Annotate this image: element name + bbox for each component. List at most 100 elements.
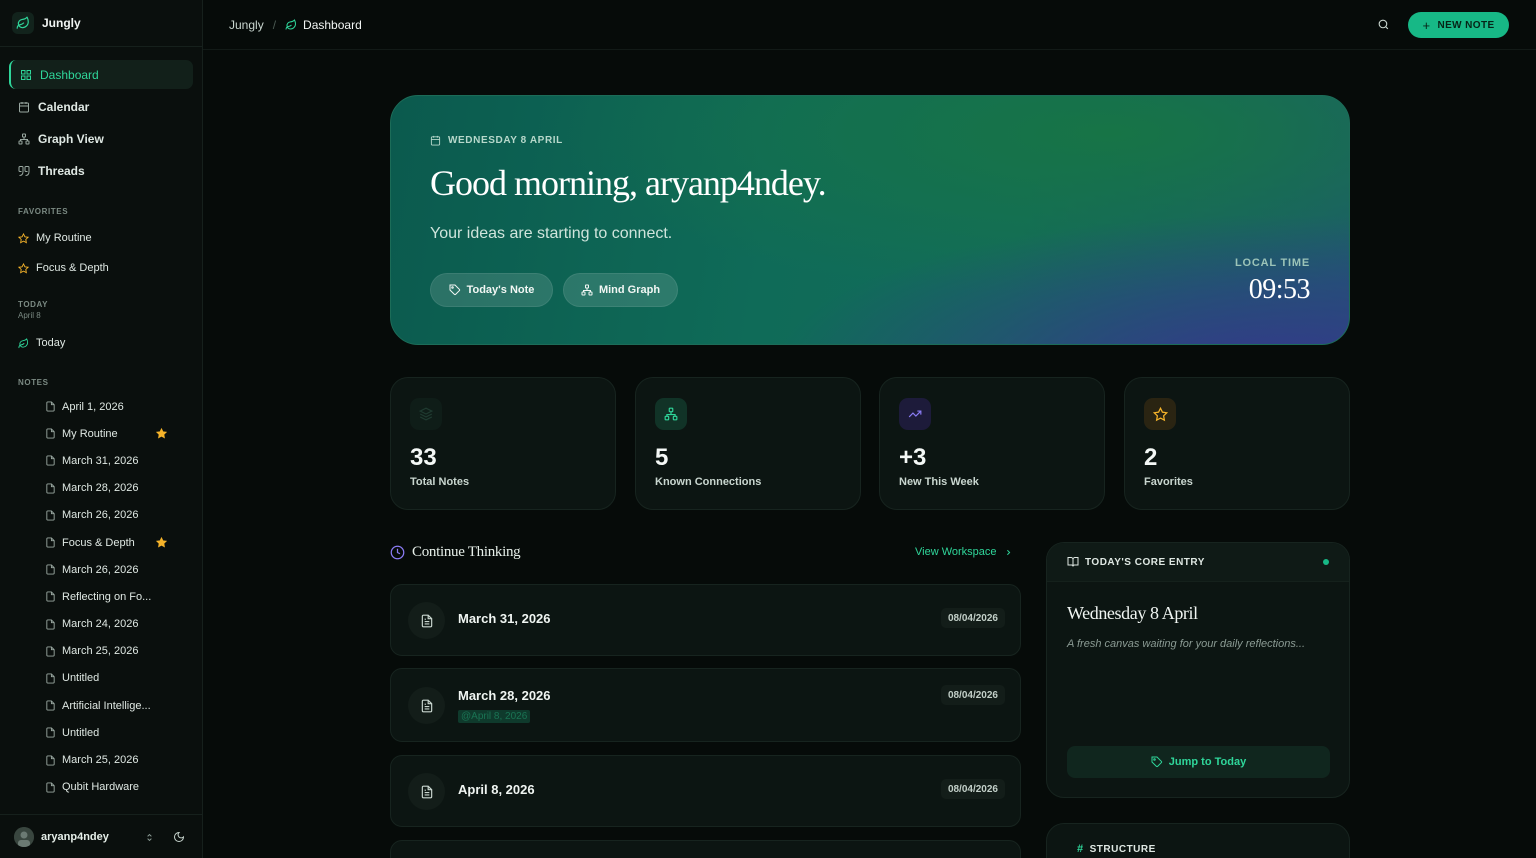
file-icon: [46, 782, 55, 793]
button-label: Jump to Today: [1168, 756, 1247, 768]
note-label: Qubit Hardware: [62, 781, 140, 794]
sidebar-note-item[interactable]: Qubit Hardware: [0, 774, 180, 801]
note-title: March 28, 2026: [458, 688, 551, 703]
sidebar-note-item[interactable]: Reflecting on Fo...: [0, 583, 180, 610]
button-label: Mind Graph: [598, 284, 661, 296]
favorite-item-focus-depth[interactable]: Focus & Depth: [0, 253, 202, 283]
recent-note-card[interactable]: March 31, 2026 08/04/2026: [390, 584, 1021, 656]
file-icon: [46, 564, 55, 575]
todays-note-button[interactable]: Today's Note: [430, 273, 553, 307]
hero-date-text: WEDNESDAY 8 APRIL: [448, 135, 563, 146]
structure-label: STRUCTURE: [1089, 843, 1156, 855]
note-label: March 25, 2026: [62, 754, 139, 767]
file-icon: [46, 727, 55, 738]
graph-icon: [18, 133, 30, 144]
sidebar-note-item[interactable]: March 26, 2026: [0, 502, 180, 529]
file-icon: [46, 646, 55, 657]
user-menu[interactable]: aryanp4ndey: [0, 814, 203, 858]
stat-card-new-this-week: +3 New This Week: [879, 377, 1105, 510]
mind-graph-button[interactable]: Mind Graph: [563, 273, 678, 307]
today-label: Today: [36, 337, 66, 349]
recent-note-card[interactable]: March 28, 2026 @April 8, 2026 08/04/2026: [390, 668, 1021, 742]
sidebar-note-item[interactable]: March 28, 2026: [0, 475, 180, 502]
note-title: March 31, 2026: [458, 611, 551, 626]
view-workspace-link[interactable]: View Workspace: [915, 546, 1013, 558]
nav-item-threads[interactable]: Threads: [9, 156, 193, 185]
breadcrumb-root[interactable]: Jungly: [229, 18, 264, 32]
chevrons-up-down-icon[interactable]: [145, 832, 154, 843]
sidebar-note-item[interactable]: March 25, 2026: [0, 638, 180, 665]
note-label: March 25, 2026: [62, 645, 139, 658]
sidebar-note-item[interactable]: March 31, 2026: [0, 447, 180, 474]
new-note-button[interactable]: + NEW NOTE: [1408, 12, 1509, 38]
star-outline-icon: [18, 232, 29, 243]
leaf-icon: [285, 18, 297, 30]
today-item[interactable]: Today: [0, 328, 202, 358]
core-entry-heading: TODAY'S CORE ENTRY: [1085, 556, 1205, 568]
recent-note-card[interactable]: April 8, 2026 08/04/2026: [390, 755, 1021, 827]
moon-icon[interactable]: [173, 831, 185, 843]
nav-item-dashboard[interactable]: Dashboard: [9, 60, 193, 89]
file-icon: [46, 700, 55, 711]
structure-heading: # STRUCTURE: [1077, 843, 1156, 855]
star-filled-icon: [156, 536, 167, 548]
stat-value: 2: [1144, 444, 1158, 471]
dashboard-icon: [21, 69, 31, 80]
hero-date: WEDNESDAY 8 APRIL: [430, 135, 563, 146]
sidebar-note-item[interactable]: March 26, 2026: [0, 556, 180, 583]
nav-item-graph-view[interactable]: Graph View: [9, 124, 193, 153]
search-icon[interactable]: [1377, 18, 1390, 31]
nav-label: Threads: [38, 163, 85, 178]
sidebar-note-item[interactable]: Untitled: [0, 719, 180, 746]
note-label: Reflecting on Fo...: [62, 590, 152, 603]
note-date-badge: 08/04/2026: [940, 779, 1005, 799]
calendar-icon: [430, 135, 441, 146]
sidebar-note-item[interactable]: Focus & Depth: [0, 529, 180, 556]
file-icon: [46, 510, 55, 521]
hero-banner: WEDNESDAY 8 APRIL Good morning, aryanp4n…: [390, 95, 1350, 345]
nav-label: Dashboard: [40, 67, 99, 82]
note-date-badge: 08/04/2026: [940, 608, 1005, 628]
sidebar-note-item[interactable]: April 1, 2026: [0, 393, 180, 420]
status-dot: [1323, 559, 1329, 565]
file-icon: [408, 773, 445, 810]
tag-icon: [449, 284, 460, 296]
stat-label: Total Notes: [410, 476, 470, 488]
core-entry-description: A fresh canvas waiting for your daily re…: [1067, 638, 1306, 650]
hash-icon: #: [1077, 843, 1084, 855]
avatar: [14, 826, 34, 847]
main-nav: Dashboard Calendar Graph View Threads: [0, 47, 202, 185]
file-icon: [46, 591, 55, 602]
todays-core-entry-panel: TODAY'S CORE ENTRY Wednesday 8 April A f…: [1046, 542, 1350, 798]
nav-item-calendar[interactable]: Calendar: [9, 92, 193, 121]
sidebar-note-item[interactable]: Untitled: [0, 665, 180, 692]
tag-icon: [1151, 756, 1162, 768]
note-title: April 8, 2026: [458, 782, 535, 797]
sidebar-note-item[interactable]: March 24, 2026: [0, 611, 180, 638]
chevron-right-icon: [1006, 549, 1010, 555]
jump-to-today-button[interactable]: Jump to Today: [1067, 746, 1330, 778]
sidebar-note-item[interactable]: March 25, 2026: [0, 746, 180, 773]
favorite-item-my-routine[interactable]: My Routine: [0, 223, 202, 253]
note-label: Focus & Depth: [62, 536, 135, 549]
layers-icon: [410, 398, 442, 430]
nav-label: Calendar: [38, 99, 90, 114]
local-time: 09:53: [1248, 274, 1311, 305]
app-name: Jungly: [42, 16, 81, 30]
file-icon: [46, 483, 55, 494]
clock-icon: [390, 545, 405, 560]
brand[interactable]: Jungly: [0, 0, 202, 47]
sidebar-note-item[interactable]: My Routine: [0, 420, 180, 447]
note-label: My Routine: [62, 427, 118, 440]
stat-card-total-notes: 33 Total Notes: [390, 377, 616, 510]
stat-label: Known Connections: [655, 476, 762, 488]
file-icon: [46, 673, 55, 684]
favorite-label: Focus & Depth: [36, 262, 109, 274]
note-label: Artificial Intellige...: [62, 699, 151, 712]
file-icon: [46, 401, 55, 412]
breadcrumb-current: Dashboard: [303, 17, 362, 32]
core-entry-title: Wednesday 8 April: [1067, 603, 1198, 623]
sidebar-note-item[interactable]: Artificial Intellige...: [0, 692, 180, 719]
today-heading: TODAY: [18, 300, 49, 309]
recent-note-card[interactable]: [390, 840, 1021, 858]
